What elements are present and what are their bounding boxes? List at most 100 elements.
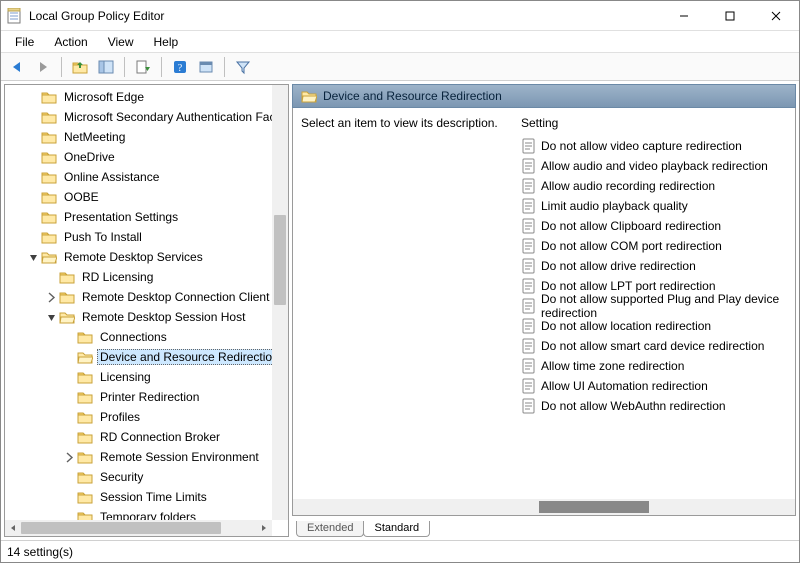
tree-node[interactable]: RD Licensing (9, 267, 272, 287)
tree-node[interactable]: Remote Desktop Services (9, 247, 272, 267)
tree-node[interactable]: Microsoft Edge (9, 87, 272, 107)
tree-node[interactable]: Temporary folders (9, 507, 272, 520)
policy-icon (521, 358, 537, 374)
show-hide-tree-button[interactable] (94, 55, 118, 79)
tree-node-label[interactable]: OOBE (61, 189, 102, 205)
tree-node-label[interactable]: Session Time Limits (97, 489, 210, 505)
help-button[interactable]: ? (168, 55, 192, 79)
policy-icon (521, 278, 537, 294)
tree-node-label[interactable]: Remote Desktop Connection Client (79, 289, 272, 305)
policy-icon (521, 298, 537, 314)
up-one-level-button[interactable] (68, 55, 92, 79)
tree-node-label[interactable]: Remote Session Environment (97, 449, 262, 465)
expand-icon[interactable] (45, 291, 58, 304)
filter-button[interactable] (231, 55, 255, 79)
setting-label: Do not allow supported Plug and Play dev… (541, 292, 795, 320)
tree-node[interactable]: Profiles (9, 407, 272, 427)
policy-icon (521, 178, 537, 194)
tree-node[interactable]: Printer Redirection (9, 387, 272, 407)
menu-view[interactable]: View (98, 33, 144, 51)
tree-node[interactable]: Push To Install (9, 227, 272, 247)
setting-row[interactable]: Do not allow COM port redirection (519, 236, 795, 256)
tree-vertical-scrollbar[interactable] (272, 85, 288, 520)
tree-node-label[interactable]: Microsoft Edge (61, 89, 147, 105)
setting-row[interactable]: Do not allow smart card device redirecti… (519, 336, 795, 356)
setting-row[interactable]: Do not allow WebAuthn redirection (519, 396, 795, 416)
tab-extended[interactable]: Extended (296, 521, 364, 537)
expand-icon[interactable] (63, 451, 76, 464)
setting-label: Do not allow location redirection (541, 319, 711, 333)
policy-icon (521, 198, 537, 214)
menu-file[interactable]: File (5, 33, 44, 51)
setting-row[interactable]: Limit audio playback quality (519, 196, 795, 216)
tree-node[interactable]: Security (9, 467, 272, 487)
settings-list[interactable]: Setting Do not allow video capture redir… (519, 108, 795, 499)
tree-node[interactable]: NetMeeting (9, 127, 272, 147)
tab-standard[interactable]: Standard (363, 521, 430, 537)
app-icon (7, 8, 23, 24)
tree-node-label[interactable]: Remote Desktop Session Host (79, 309, 248, 325)
tree-node-label[interactable]: Remote Desktop Services (61, 249, 206, 265)
tree-node-label[interactable]: Licensing (97, 369, 154, 385)
export-list-button[interactable] (131, 55, 155, 79)
setting-label: Do not allow Clipboard redirection (541, 219, 721, 233)
tree-node-label[interactable]: Security (97, 469, 146, 485)
folder-icon (77, 369, 93, 385)
tree-node[interactable]: Session Time Limits (9, 487, 272, 507)
menubar: File Action View Help (1, 31, 799, 53)
close-button[interactable] (753, 1, 799, 31)
folder-icon (41, 169, 57, 185)
tree-node[interactable]: Licensing (9, 367, 272, 387)
tree-node[interactable]: Presentation Settings (9, 207, 272, 227)
tree-node-label[interactable]: NetMeeting (61, 129, 128, 145)
setting-label: Do not allow COM port redirection (541, 239, 722, 253)
tree-node-label[interactable]: Temporary folders (97, 509, 199, 520)
folder-icon (77, 449, 93, 465)
tree-node-label[interactable]: RD Connection Broker (97, 429, 223, 445)
tree-node-label[interactable]: RD Licensing (79, 269, 156, 285)
tree-node[interactable]: Online Assistance (9, 167, 272, 187)
properties-button[interactable] (194, 55, 218, 79)
setting-row[interactable]: Allow time zone redirection (519, 356, 795, 376)
tree-node[interactable]: Connections (9, 327, 272, 347)
folder-icon (77, 489, 93, 505)
setting-row[interactable]: Do not allow Clipboard redirection (519, 216, 795, 236)
tree-node-label[interactable]: Push To Install (61, 229, 145, 245)
tree-node-label[interactable]: Printer Redirection (97, 389, 202, 405)
tree-node[interactable]: RD Connection Broker (9, 427, 272, 447)
settings-column-header[interactable]: Setting (519, 112, 795, 136)
tree-node[interactable]: Remote Session Environment (9, 447, 272, 467)
setting-row[interactable]: Do not allow supported Plug and Play dev… (519, 296, 795, 316)
tree-node-label[interactable]: Device and Resource Redirection (97, 349, 272, 365)
setting-row[interactable]: Allow UI Automation redirection (519, 376, 795, 396)
tree-node[interactable]: Remote Desktop Connection Client (9, 287, 272, 307)
right-pane: Device and Resource Redirection Select a… (292, 84, 796, 537)
tree-node-label[interactable]: Profiles (97, 409, 143, 425)
tree-horizontal-scrollbar[interactable] (5, 520, 272, 536)
setting-row[interactable]: Allow audio recording redirection (519, 176, 795, 196)
tree-node-label[interactable]: Connections (97, 329, 170, 345)
setting-row[interactable]: Do not allow drive redirection (519, 256, 795, 276)
tree-node-label[interactable]: Microsoft Secondary Authentication Facto… (61, 109, 272, 125)
tree-node[interactable]: Device and Resource Redirection (9, 347, 272, 367)
back-button[interactable] (5, 55, 29, 79)
tree-node-label[interactable]: Presentation Settings (61, 209, 181, 225)
tree-node-label[interactable]: OneDrive (61, 149, 118, 165)
tree-node[interactable]: OOBE (9, 187, 272, 207)
menu-help[interactable]: Help (144, 33, 189, 51)
tree-node[interactable]: Remote Desktop Session Host (9, 307, 272, 327)
collapse-icon[interactable] (27, 251, 40, 264)
maximize-button[interactable] (707, 1, 753, 31)
setting-row[interactable]: Allow audio and video playback redirecti… (519, 156, 795, 176)
setting-row[interactable]: Do not allow video capture redirection (519, 136, 795, 156)
tree-node[interactable]: Microsoft Secondary Authentication Facto… (9, 107, 272, 127)
tree-node-label[interactable]: Online Assistance (61, 169, 162, 185)
settings-horizontal-scrollbar[interactable] (293, 499, 795, 515)
forward-button[interactable] (31, 55, 55, 79)
policy-icon (521, 338, 537, 354)
tree[interactable]: Microsoft Edge Microsoft Secondary Authen… (5, 85, 272, 520)
minimize-button[interactable] (661, 1, 707, 31)
menu-action[interactable]: Action (44, 33, 97, 51)
tree-node[interactable]: OneDrive (9, 147, 272, 167)
collapse-icon[interactable] (45, 311, 58, 324)
